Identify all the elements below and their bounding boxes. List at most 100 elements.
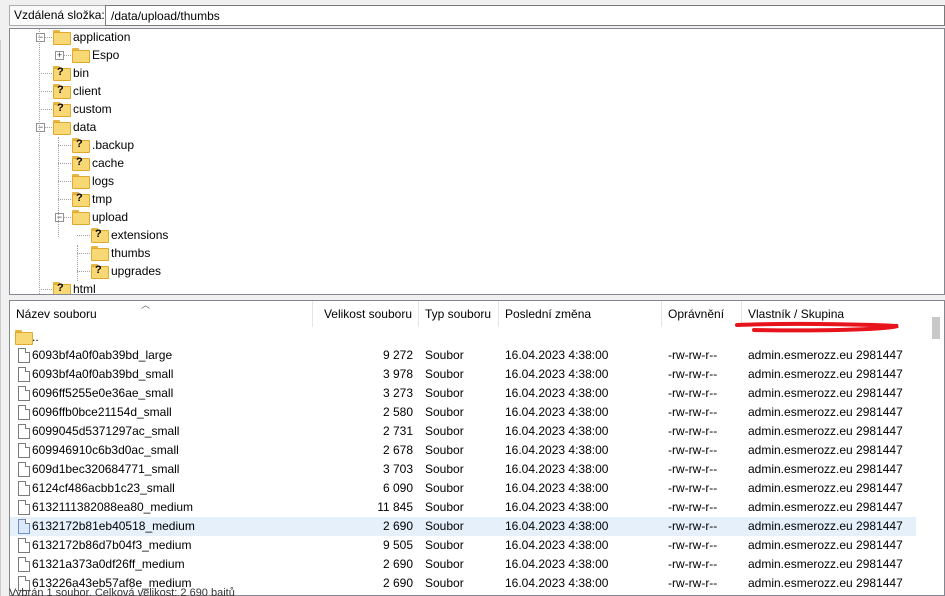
tree-connector-line	[39, 109, 52, 110]
file-type: Soubor	[425, 557, 464, 571]
folder-icon	[91, 246, 109, 261]
file-type: Soubor	[425, 481, 464, 495]
column-header-permissions[interactable]: Oprávnění	[662, 301, 742, 327]
file-owner-group: admin.esmerozz.eu 2981447	[748, 443, 903, 457]
file-row[interactable]: 6096ffb0bce21154d_small 2 580 Soubor 16.04.…	[10, 403, 916, 422]
file-name: 609d1bec320684771_small	[32, 462, 180, 476]
file-permissions: -rw-rw-r--	[668, 367, 718, 381]
file-permissions: -rw-rw-r--	[668, 519, 718, 533]
remote-directory-tree[interactable]: application − Espo +? bin? client? custom data −…	[9, 28, 945, 295]
column-header-filesize[interactable]: Velikost souboru	[313, 301, 419, 327]
tree-guide-line	[39, 29, 40, 294]
folder-open-icon	[53, 30, 71, 45]
tree-item-label: upgrades	[111, 264, 162, 278]
tree-connector-line	[77, 253, 90, 254]
file-size: 3 978	[382, 367, 413, 381]
tree-connector-line	[39, 91, 52, 92]
file-type: Soubor	[425, 443, 464, 457]
file-row[interactable]: 609946910c6b3d0ac_small 2 678 Soubor 16.04.…	[10, 441, 916, 460]
file-modified: 16.04.2023 4:38:00	[505, 462, 609, 476]
file-row[interactable]: 6099045d5371297ac_small 2 731 Soubor 16.04.…	[10, 422, 916, 441]
tree-item-label: custom	[73, 102, 112, 116]
file-size: 3 703	[382, 462, 413, 476]
file-permissions: -rw-rw-r--	[668, 500, 718, 514]
folder-unknown-icon: ?	[53, 282, 71, 294]
file-permissions: -rw-rw-r--	[668, 557, 718, 571]
file-name: 6093bf4a0f0ab39bd_large	[32, 348, 173, 362]
file-icon	[18, 538, 30, 553]
remote-file-list[interactable]: ︿ Název souboru Velikost souboru Typ sou…	[9, 300, 945, 596]
file-row[interactable]: 6093bf4a0f0ab39bd_small 3 978 Soubor 16.04.…	[10, 365, 916, 384]
tree-item-label: html	[73, 282, 96, 295]
folder-icon	[72, 174, 90, 189]
file-type: Soubor	[425, 348, 464, 362]
folder-icon	[15, 330, 33, 345]
tree-connector-line	[39, 289, 52, 290]
file-row[interactable]: 6132172b86d7b04f3_medium 9 505 Soubor 16.04…	[10, 536, 916, 555]
tree-connector-line	[58, 145, 71, 146]
file-icon	[18, 519, 30, 534]
tree-item-label: .backup	[92, 138, 135, 152]
file-type: Soubor	[425, 424, 464, 438]
file-permissions: -rw-rw-r--	[668, 405, 718, 419]
tree-item-label: logs	[92, 174, 115, 188]
file-modified: 16.04.2023 4:38:00	[505, 348, 609, 362]
vertical-scrollbar-thumb[interactable]	[932, 317, 940, 339]
tree-guide-line	[77, 245, 78, 281]
file-row[interactable]: 609d1bec320684771_small 3 703 Soubor 16.04.…	[10, 460, 916, 479]
file-modified: 16.04.2023 4:38:00	[505, 519, 609, 533]
file-size: 9 505	[382, 538, 413, 552]
folder-unknown-icon: ?	[91, 264, 109, 279]
file-type: Soubor	[425, 462, 464, 476]
tree-item-label: Espo	[92, 48, 120, 62]
remote-path-bar: Vzdálená složka:	[0, 0, 945, 30]
collapse-icon[interactable]: −	[55, 213, 64, 222]
remote-path-input[interactable]	[105, 5, 945, 26]
file-owner-group: admin.esmerozz.eu 2981447	[748, 424, 903, 438]
file-type: Soubor	[425, 500, 464, 514]
tree-connector-line	[77, 235, 90, 236]
file-permissions: -rw-rw-r--	[668, 348, 718, 362]
expand-icon[interactable]: +	[55, 51, 64, 60]
file-row[interactable]: 6096ff5255e0e36ae_small 3 273 Soubor 16.04.…	[10, 384, 916, 403]
tree-item-label: application	[73, 30, 131, 44]
file-icon	[18, 386, 30, 401]
tree-connector-line	[58, 181, 71, 182]
collapse-icon[interactable]: −	[36, 33, 45, 42]
file-row[interactable]: 61321a373a0df26ff_medium 2 690 Soubor 16.04…	[10, 555, 916, 574]
tree-connector-line	[77, 271, 90, 272]
file-owner-group: admin.esmerozz.eu 2981447	[748, 386, 903, 400]
file-owner-group: admin.esmerozz.eu 2981447	[748, 519, 903, 533]
collapse-icon[interactable]: −	[36, 123, 45, 132]
file-permissions: -rw-rw-r--	[668, 538, 718, 552]
file-row[interactable]: 6124cf486acbb1c23_small 6 090 Soubor 16.04.…	[10, 479, 916, 498]
file-modified: 16.04.2023 4:38:00	[505, 481, 609, 495]
tree-item-label: data	[73, 120, 97, 134]
file-size: 6 090	[382, 481, 413, 495]
column-header-filetype[interactable]: Typ souboru	[419, 301, 499, 327]
file-permissions: -rw-rw-r--	[668, 462, 718, 476]
tree-item-label: tmp	[92, 192, 113, 206]
folder-unknown-icon: ?	[72, 156, 90, 171]
file-icon	[18, 481, 30, 496]
file-name: 6124cf486acbb1c23_small	[32, 481, 175, 495]
column-header-filename[interactable]: Název souboru	[10, 301, 313, 327]
tree-item-label: upload	[92, 210, 129, 224]
folder-unknown-icon: ?	[53, 66, 71, 81]
file-name: 61321a373a0df26ff_medium	[32, 557, 185, 571]
column-header-modified[interactable]: Poslední změna	[499, 301, 662, 327]
file-row[interactable]: 6093bf4a0f0ab39bd_large 9 272 Soubor 16.04.…	[10, 346, 916, 365]
file-name: 6132172b86d7b04f3_medium	[32, 538, 192, 552]
file-row[interactable]: 6132172b81eb40518_medium 2 690 Soubor 16.04…	[10, 517, 916, 536]
file-name: 609946910c6b3d0ac_small	[32, 443, 179, 457]
folder-open-icon	[53, 120, 71, 135]
left-edge-splitter[interactable]	[0, 40, 3, 596]
file-permissions: -rw-rw-r--	[668, 481, 718, 495]
file-size: 9 272	[382, 348, 413, 362]
file-type: Soubor	[425, 405, 464, 419]
file-owner-group: admin.esmerozz.eu 2981447	[748, 405, 903, 419]
status-bar-text: Vybrán 1 soubor. Celková velikost: 2 690…	[9, 587, 235, 596]
file-icon	[18, 367, 30, 382]
file-icon	[18, 500, 30, 515]
file-row[interactable]: 6132111382088ea80_medium 11 845 Soubor 16.0…	[10, 498, 916, 517]
